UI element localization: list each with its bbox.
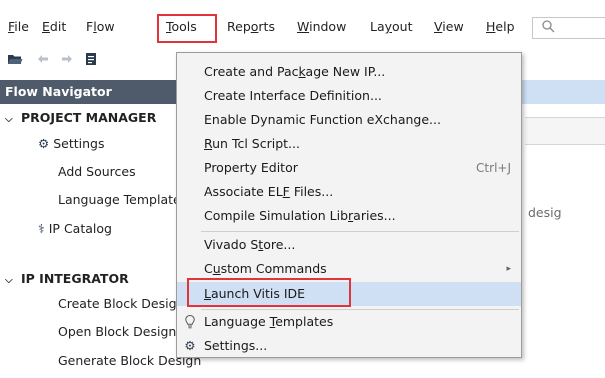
menu-item-create-package-ip[interactable]: Create and Package New IP... [177,60,521,84]
menu-layout[interactable]: Layout [370,14,413,40]
chevron-down-icon: ⌵ [5,114,13,125]
chevron-right-icon: ▸ [506,264,511,274]
nav-item-label: Settings [53,136,105,151]
menu-view[interactable]: View [434,14,464,40]
nav-item-ip-catalog[interactable]: ⚕ IP Catalog [38,217,112,241]
flow-navigator-header: Flow Navigator [0,80,190,104]
menu-item-settings[interactable]: ⚙ Settings... [177,334,521,358]
menu-item-compile-simulation-libraries[interactable]: Compile Simulation Libraries... [177,204,521,228]
menu-item-vivado-store[interactable]: Vivado Store... [177,233,521,257]
nav-item-add-sources[interactable]: Add Sources [58,160,136,184]
menu-item-property-editor[interactable]: Property Editor Ctrl+J [177,156,521,180]
gear-icon: ⚙ [38,136,50,151]
menu-item-run-tcl-script[interactable]: Run Tcl Script... [177,132,521,156]
nav-section-ip-integrator[interactable]: ⌵ IP INTEGRATOR [5,267,129,291]
tools-dropdown-menu: Create and Package New IP... Create Inte… [176,52,522,358]
gear-icon: ⚙ [184,338,196,353]
folder-open-icon[interactable] [6,50,24,68]
menu-window[interactable]: Window [297,14,346,40]
chevron-down-icon: ⌵ [5,275,13,286]
menu-item-enable-dfx[interactable]: Enable Dynamic Function eXchange... [177,108,521,132]
menu-flow[interactable]: Flow [86,14,115,40]
undo-icon[interactable] [34,50,52,68]
menu-item-associate-elf-files[interactable]: Associate ELF Files... [177,180,521,204]
menu-edit[interactable]: Edit [42,14,66,40]
menu-item-language-templates[interactable]: Language Templates [177,310,521,334]
lightbulb-icon [181,310,199,334]
nav-item-open-block-design[interactable]: Open Block Design [58,320,176,344]
nav-section-label: IP INTEGRATOR [21,271,129,286]
nav-item-label: IP Catalog [48,221,112,236]
search-icon [542,20,555,33]
menu-bar: File Edit Flow Tools Reports Window Layo… [0,14,605,40]
nav-section-label: PROJECT MANAGER [21,110,157,125]
nav-section-project-manager[interactable]: ⌵ PROJECT MANAGER [5,106,156,130]
menu-help[interactable]: Help [486,14,515,40]
panel-header-strip [525,117,605,145]
menu-reports[interactable]: Reports [227,14,275,40]
document-icon[interactable] [82,50,100,68]
nav-item-language-templates[interactable]: Language Templates [58,188,187,212]
launch-vitis-highlight-box [187,278,351,307]
tools-menu-highlight-box [157,14,217,43]
background-text-desig: desig [528,205,562,220]
menu-separator [201,231,519,232]
menu-file[interactable]: File [8,14,29,40]
plug-icon: ⚕ [38,221,45,236]
redo-icon[interactable] [58,50,76,68]
nav-item-settings[interactable]: ⚙ Settings [38,132,104,156]
menu-item-create-interface-definition[interactable]: Create Interface Definition... [177,84,521,108]
shortcut-label: Ctrl+J [476,161,511,175]
nav-item-create-block-design[interactable]: Create Block Design [58,292,184,316]
